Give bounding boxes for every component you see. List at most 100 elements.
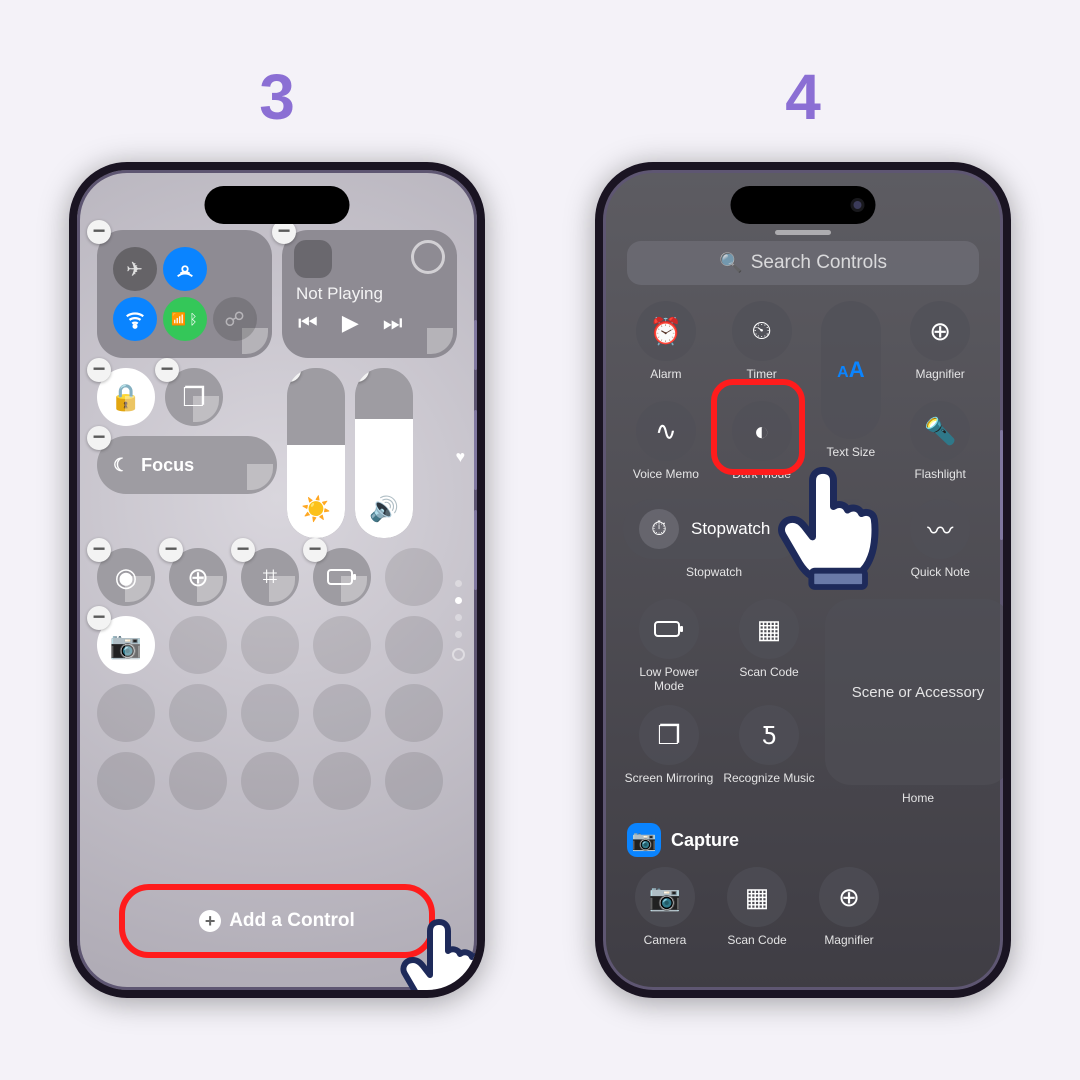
remove-icon[interactable]: − [355, 368, 369, 382]
scan-code-icon: ▦ [727, 867, 787, 927]
brightness-slider[interactable]: −☀️ [287, 368, 345, 538]
camera-app-icon: 📷 [627, 823, 661, 857]
play-icon[interactable]: ▶ [342, 310, 359, 336]
screen-mirroring-toggle[interactable]: −❐ [165, 368, 223, 426]
empty-slot[interactable] [241, 752, 299, 810]
empty-slot[interactable] [169, 684, 227, 742]
search-input[interactable]: 🔍Search Controls [627, 241, 979, 285]
control-recognize-music[interactable]: ƼRecognize Music [723, 705, 815, 805]
search-placeholder: Search Controls [751, 252, 887, 274]
resize-handle[interactable] [197, 576, 223, 602]
calculator-icon[interactable]: −⌗ [241, 548, 299, 606]
flashlight-icon: 🔦 [910, 401, 970, 461]
remove-icon[interactable]: − [231, 538, 255, 562]
focus-button[interactable]: −☾Focus [97, 436, 277, 494]
airplay-audio-icon[interactable] [411, 240, 445, 274]
resize-handle[interactable] [125, 644, 151, 670]
empty-slot[interactable] [97, 752, 155, 810]
magnifier-icon[interactable]: −⊕ [169, 548, 227, 606]
control-voice-memo[interactable]: ∿Voice Memo [623, 401, 709, 495]
remove-icon[interactable]: − [155, 358, 179, 382]
remove-icon[interactable]: − [87, 538, 111, 562]
remove-icon[interactable]: − [87, 220, 111, 244]
phone-step-3: − ✈ 📶ᛒ ☍ − [69, 162, 485, 998]
cellular-bluetooth-icon[interactable]: 📶ᛒ [163, 297, 207, 341]
control-alarm[interactable]: ⏰Alarm [623, 301, 709, 395]
battery-icon[interactable]: − [313, 548, 371, 606]
step-number-3: 3 [259, 60, 295, 134]
recognize-music-icon: Ƽ [739, 705, 799, 765]
resize-handle[interactable] [247, 464, 273, 490]
control-scan-code[interactable]: ▦Scan Code [723, 599, 815, 699]
personal-hotspot-icon[interactable]: ☍ [213, 297, 257, 341]
airdrop-icon[interactable] [163, 247, 207, 291]
timer-icon: ⏲ [732, 301, 792, 361]
empty-slot[interactable] [385, 752, 443, 810]
empty-slot[interactable] [313, 616, 371, 674]
remove-icon[interactable]: − [87, 358, 111, 382]
airplane-icon[interactable]: ✈ [113, 247, 157, 291]
remove-icon[interactable]: − [87, 426, 111, 450]
screen-record-icon[interactable]: −◉ [97, 548, 155, 606]
control-quick-note[interactable]: 〰Quick Note [898, 499, 984, 593]
scan-code-icon: ▦ [739, 599, 799, 659]
control-camera[interactable]: 📷Camera [623, 867, 707, 961]
dynamic-island [731, 186, 876, 224]
remove-icon[interactable]: − [159, 538, 183, 562]
control-low-power[interactable]: Low Power Mode [623, 599, 715, 699]
resize-handle[interactable] [125, 576, 151, 602]
remove-icon[interactable]: − [87, 606, 111, 630]
page-indicator[interactable] [452, 580, 465, 661]
volume-slider[interactable]: −🔊 [355, 368, 413, 538]
orientation-lock-toggle[interactable]: −🔒 [97, 368, 155, 426]
sheet-grabber[interactable] [775, 230, 831, 235]
control-text-size[interactable]: AA [821, 301, 881, 439]
remove-icon[interactable]: − [287, 368, 301, 382]
moon-icon: ☾ [113, 455, 129, 476]
voice-memo-icon: ∿ [636, 401, 696, 461]
empty-slot[interactable] [241, 616, 299, 674]
empty-slot[interactable] [169, 616, 227, 674]
wifi-icon[interactable] [113, 297, 157, 341]
empty-slot[interactable] [313, 684, 371, 742]
forward-icon[interactable]: ⏭ [383, 310, 403, 336]
control-scene-accessory[interactable]: Scene or Accessory [825, 599, 1011, 785]
resize-handle[interactable] [341, 576, 367, 602]
add-control-button[interactable]: + Add a Control [119, 884, 435, 958]
favorites-indicator-icon: ♥ [456, 449, 466, 467]
rewind-icon[interactable]: ⏮ [298, 310, 318, 336]
empty-slot[interactable] [169, 752, 227, 810]
capture-section-header: 📷Capture [627, 823, 979, 857]
quick-note-icon: 〰 [910, 499, 970, 559]
control-flashlight[interactable]: 🔦Flashlight [897, 401, 983, 495]
resize-handle[interactable] [427, 328, 453, 354]
low-power-icon [639, 599, 699, 659]
empty-slot[interactable] [385, 684, 443, 742]
control-screen-mirroring[interactable]: ❐Screen Mirroring [623, 705, 715, 805]
add-control-label: Add a Control [229, 910, 355, 932]
resize-handle[interactable] [125, 396, 151, 422]
remove-icon[interactable]: − [303, 538, 327, 562]
screen-mirroring-icon: ❐ [639, 705, 699, 765]
dynamic-island [205, 186, 350, 224]
phone-step-4: 🔍Search Controls ⏰Alarm ∿Voice Memo ⏲Tim… [595, 162, 1011, 998]
magnifier-icon: ⊕ [910, 301, 970, 361]
stopwatch-icon: ⏱ [639, 509, 679, 549]
alarm-icon: ⏰ [636, 301, 696, 361]
camera-icon[interactable]: −📷 [97, 616, 155, 674]
empty-slot[interactable] [385, 548, 443, 606]
empty-slot[interactable] [385, 616, 443, 674]
pointer-hand-icon [391, 904, 485, 998]
control-scan-code-2[interactable]: ▦Scan Code [715, 867, 799, 961]
control-magnifier[interactable]: ⊕Magnifier [897, 301, 983, 395]
connectivity-module[interactable]: − ✈ 📶ᛒ ☍ [97, 230, 272, 358]
resize-handle[interactable] [269, 576, 295, 602]
empty-slot[interactable] [97, 684, 155, 742]
control-magnifier-2[interactable]: ⊕Magnifier [807, 867, 891, 961]
album-art-placeholder [294, 240, 332, 278]
now-playing-module[interactable]: − Not Playing ⏮ ▶ ⏭ [282, 230, 457, 358]
plus-icon: + [199, 910, 221, 932]
empty-slot[interactable] [241, 684, 299, 742]
empty-slot[interactable] [313, 752, 371, 810]
focus-label: Focus [141, 455, 194, 476]
